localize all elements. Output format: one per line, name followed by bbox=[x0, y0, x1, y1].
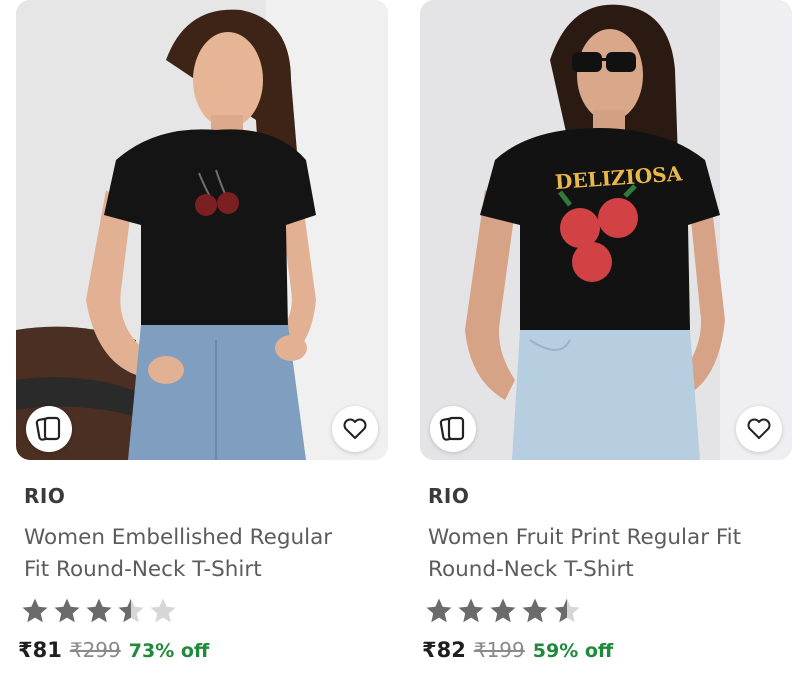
original-price: ₹199 bbox=[473, 638, 525, 662]
star-icon bbox=[22, 598, 48, 623]
similar-products-button[interactable] bbox=[430, 406, 476, 452]
similar-products-icon bbox=[439, 416, 465, 441]
star-icon bbox=[150, 598, 176, 623]
product-title[interactable]: Women Embellished Regular Fit Round-Neck… bbox=[24, 522, 384, 586]
star-icon bbox=[86, 598, 112, 623]
similar-products-icon bbox=[35, 416, 61, 441]
product-title-line-2: Round-Neck T-Shirt bbox=[428, 557, 634, 582]
star-icon bbox=[426, 598, 452, 623]
discount-label: 59% off bbox=[532, 640, 614, 662]
similar-products-button[interactable] bbox=[26, 406, 72, 452]
selling-price: ₹82 bbox=[422, 638, 466, 662]
rating-stars bbox=[424, 596, 582, 626]
product-card[interactable]: DELIZIOSA RIO Women Fruit Print Regular … bbox=[420, 0, 792, 662]
star-icon bbox=[54, 598, 80, 623]
product-title-line-1: Women Embellished Regular bbox=[24, 525, 333, 550]
star-icon bbox=[554, 598, 580, 623]
price-row: ₹82 ₹199 59% off bbox=[422, 638, 613, 662]
product-image[interactable]: DELIZIOSA bbox=[420, 0, 792, 460]
star-icon bbox=[118, 598, 144, 623]
product-card[interactable]: RIO Women Embellished Regular Fit Round-… bbox=[16, 0, 388, 662]
heart-icon bbox=[343, 418, 367, 439]
product-photo: DELIZIOSA bbox=[420, 0, 792, 460]
product-title[interactable]: Women Fruit Print Regular Fit Round-Neck… bbox=[428, 522, 788, 586]
wishlist-button[interactable] bbox=[736, 406, 782, 452]
product-title-line-2: Fit Round-Neck T-Shirt bbox=[24, 557, 262, 582]
wishlist-button[interactable] bbox=[332, 406, 378, 452]
product-photo bbox=[16, 0, 388, 460]
star-icon bbox=[522, 598, 548, 623]
star-icon bbox=[490, 598, 516, 623]
product-brand: RIO bbox=[24, 484, 66, 508]
product-brand: RIO bbox=[428, 484, 470, 508]
star-icon bbox=[458, 598, 484, 623]
price-row: ₹81 ₹299 73% off bbox=[18, 638, 209, 662]
rating-stars bbox=[20, 596, 178, 626]
product-title-line-1: Women Fruit Print Regular Fit bbox=[428, 525, 742, 550]
selling-price: ₹81 bbox=[18, 638, 62, 662]
original-price: ₹299 bbox=[69, 638, 121, 662]
heart-icon bbox=[747, 418, 771, 439]
product-image[interactable] bbox=[16, 0, 388, 460]
discount-label: 73% off bbox=[128, 640, 210, 662]
